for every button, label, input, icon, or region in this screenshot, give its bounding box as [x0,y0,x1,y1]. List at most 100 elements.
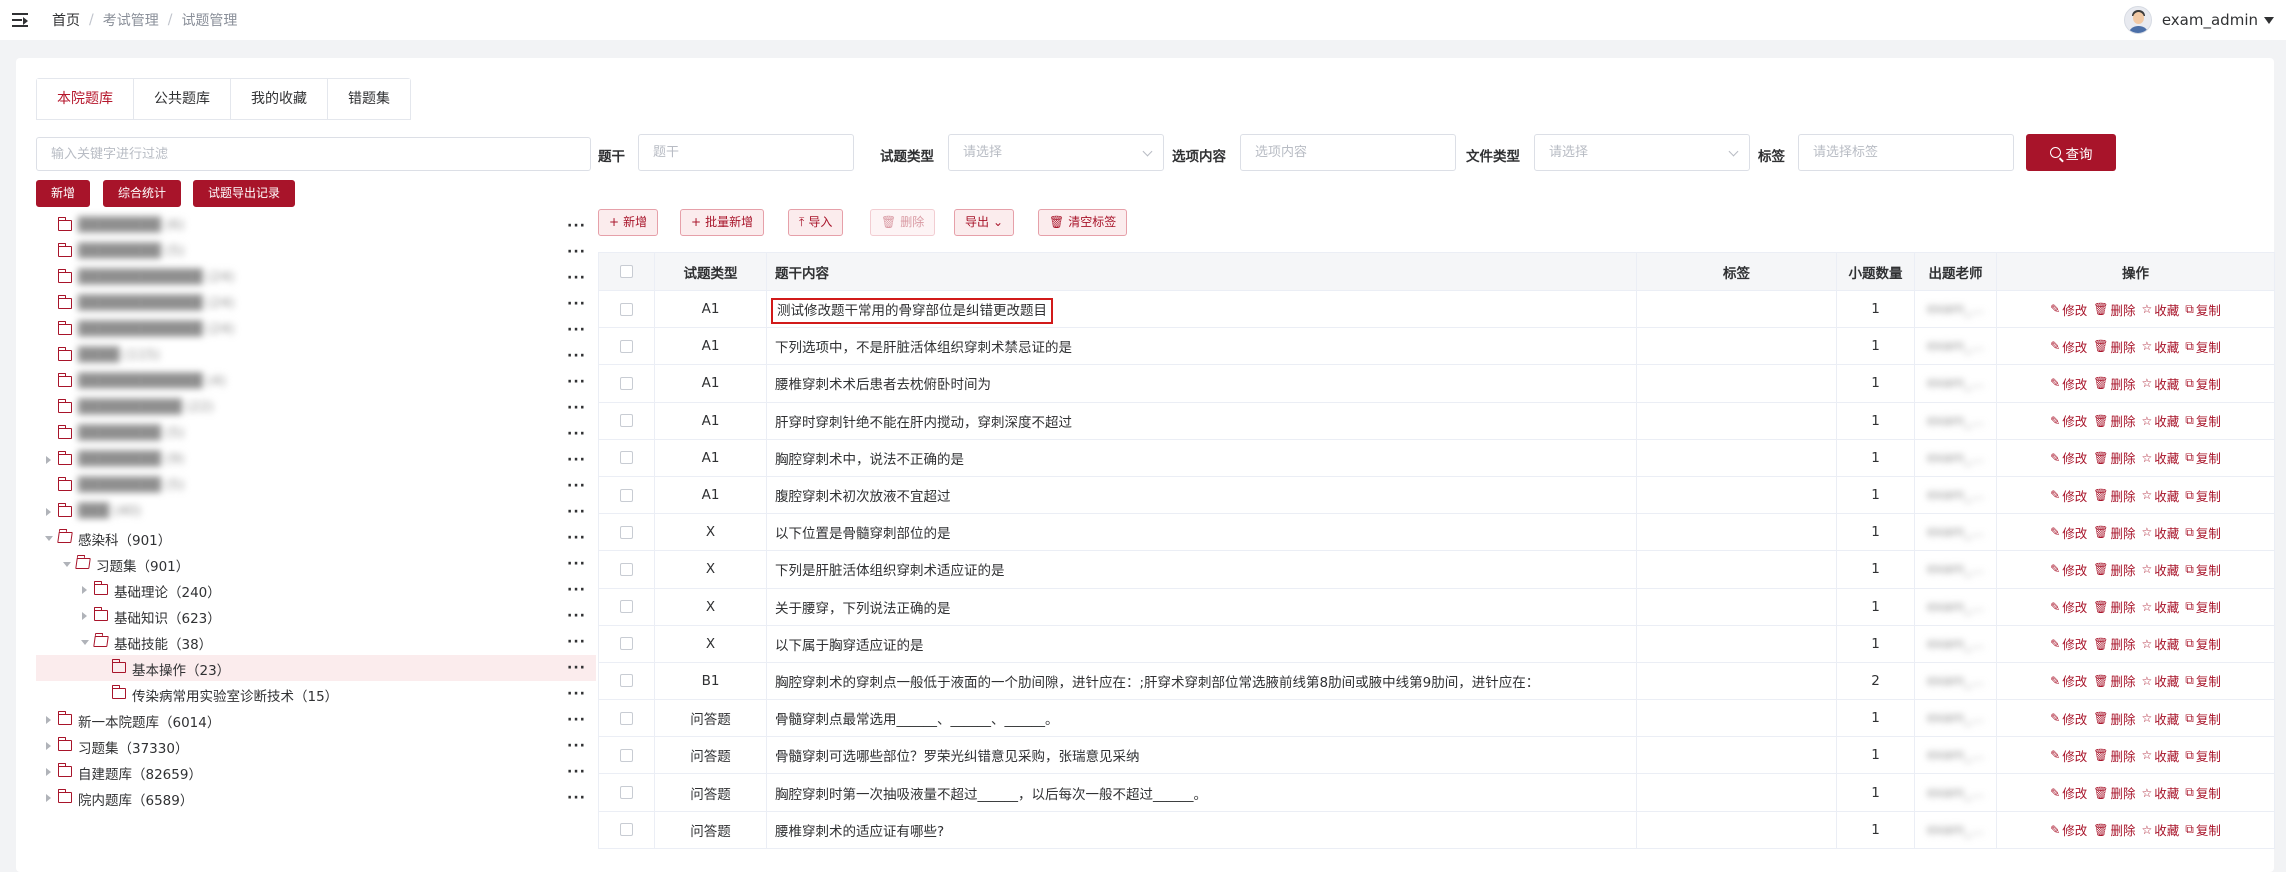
query-button[interactable]: 查询 [2026,134,2116,171]
favorite-action[interactable]: ☆ 收藏 [2141,523,2179,542]
more-icon[interactable]: ··· [567,712,586,728]
expand-arrow-icon[interactable] [46,768,51,776]
tab-public-bank[interactable]: 公共题库 [133,79,230,119]
tree-node[interactable]: ████████████ (24) ··· [36,317,596,343]
row-checkbox[interactable] [620,562,633,576]
more-icon[interactable]: ··· [567,348,586,364]
delete-action[interactable]: 🗑 删除 [2093,448,2135,467]
copy-action[interactable]: ⧉ 复制 [2185,783,2221,802]
delete-action[interactable]: 🗑 删除 [2093,300,2135,319]
collapse-arrow-icon[interactable] [81,640,89,645]
export-button[interactable]: 导出 ⌄ [954,209,1015,236]
delete-button[interactable]: 🗑 删除 [870,209,936,236]
row-checkbox[interactable] [620,339,633,353]
more-icon[interactable]: ··· [567,296,586,312]
tree-node[interactable]: ███ (40) ··· [36,499,596,525]
select-all-checkbox[interactable] [620,265,633,278]
more-icon[interactable]: ··· [567,608,586,624]
copy-action[interactable]: ⧉ 复制 [2185,560,2221,579]
favorite-action[interactable]: ☆ 收藏 [2141,486,2179,505]
favorite-action[interactable]: ☆ 收藏 [2141,783,2179,802]
tree-node[interactable]: ████████ (6) ··· [36,213,596,239]
favorite-action[interactable]: ☆ 收藏 [2141,746,2179,765]
file-type-select[interactable]: 请选择 [1534,134,1750,171]
tree-node[interactable]: 基础理论（240） ··· [36,577,596,603]
tree-node[interactable]: 新一本院题库（6014） ··· [36,707,596,733]
tree-node[interactable]: ████████████ (24) ··· [36,291,596,317]
expand-arrow-icon[interactable] [46,794,51,802]
more-icon[interactable]: ··· [567,530,586,546]
edit-action[interactable]: ✎ 修改 [2050,634,2087,653]
tree-node[interactable]: ████████ (5) ··· [36,421,596,447]
favorite-action[interactable]: ☆ 收藏 [2141,411,2179,430]
more-icon[interactable]: ··· [567,322,586,338]
statistics-button[interactable]: 综合统计 [103,180,182,207]
tree-node[interactable]: 院内题库（6589） ··· [36,785,596,811]
more-icon[interactable]: ··· [567,478,586,494]
tree-node[interactable]: ████████ (5) ··· [36,473,596,499]
tree-node[interactable]: 感染科（901） ··· [36,525,596,551]
expand-arrow-icon[interactable] [82,586,87,594]
copy-action[interactable]: ⧉ 复制 [2185,597,2221,616]
edit-action[interactable]: ✎ 修改 [2050,448,2087,467]
expand-arrow-icon[interactable] [46,742,51,750]
add-category-button[interactable]: 新增 [36,180,91,207]
copy-action[interactable]: ⧉ 复制 [2185,486,2221,505]
stem-input[interactable]: 题干 [638,134,854,171]
row-checkbox[interactable] [620,600,633,614]
more-icon[interactable]: ··· [567,504,586,520]
breadcrumb-exam-management[interactable]: 考试管理 [103,10,159,30]
edit-action[interactable]: ✎ 修改 [2050,560,2087,579]
delete-action[interactable]: 🗑 删除 [2093,337,2135,356]
expand-arrow-icon[interactable] [46,508,51,516]
row-checkbox[interactable] [620,451,633,465]
edit-action[interactable]: ✎ 修改 [2050,337,2087,356]
more-icon[interactable]: ··· [567,764,586,780]
tab-wrong-questions[interactable]: 错题集 [327,79,410,119]
favorite-action[interactable]: ☆ 收藏 [2141,709,2179,728]
delete-action[interactable]: 🗑 删除 [2093,671,2135,690]
tree-node[interactable]: ████████ (9) ··· [36,447,596,473]
more-icon[interactable]: ··· [567,400,586,416]
breadcrumb-home[interactable]: 首页 [52,10,80,30]
tree-node[interactable]: 自建题库（82659） ··· [36,759,596,785]
delete-action[interactable]: 🗑 删除 [2093,709,2135,728]
tree-node[interactable]: ████ (115) ··· [36,343,596,369]
copy-action[interactable]: ⧉ 复制 [2185,300,2221,319]
delete-action[interactable]: 🗑 删除 [2093,820,2135,839]
expand-arrow-icon[interactable] [46,716,51,724]
user-menu[interactable]: exam_admin [2123,0,2274,40]
more-icon[interactable]: ··· [567,660,586,676]
row-checkbox[interactable] [620,302,633,316]
row-checkbox[interactable] [620,823,633,837]
more-icon[interactable]: ··· [567,686,586,702]
copy-action[interactable]: ⧉ 复制 [2185,634,2221,653]
tree-node[interactable]: ██████████ (22) ··· [36,395,596,421]
copy-action[interactable]: ⧉ 复制 [2185,337,2221,356]
edit-action[interactable]: ✎ 修改 [2050,709,2087,728]
tree-filter-input[interactable] [36,137,591,171]
add-question-button[interactable]: + 新增 [598,209,659,236]
expand-arrow-icon[interactable] [82,612,87,620]
import-button[interactable]: ⤒ 导入 [788,209,844,236]
tree-node[interactable]: 传染病常用实验室诊断技术（15） ··· [36,681,596,707]
edit-action[interactable]: ✎ 修改 [2050,374,2087,393]
copy-action[interactable]: ⧉ 复制 [2185,411,2221,430]
favorite-action[interactable]: ☆ 收藏 [2141,337,2179,356]
type-select[interactable]: 请选择 [948,134,1164,171]
tag-select[interactable]: 请选择标签 [1798,134,2014,171]
more-icon[interactable]: ··· [567,244,586,260]
row-checkbox[interactable] [620,376,633,390]
more-icon[interactable]: ··· [567,790,586,806]
tree-node[interactable]: ████████████ (24) ··· [36,265,596,291]
delete-action[interactable]: 🗑 删除 [2093,783,2135,802]
edit-action[interactable]: ✎ 修改 [2050,746,2087,765]
option-input[interactable]: 选项内容 [1240,134,1456,171]
copy-action[interactable]: ⧉ 复制 [2185,374,2221,393]
edit-action[interactable]: ✎ 修改 [2050,671,2087,690]
edit-action[interactable]: ✎ 修改 [2050,411,2087,430]
edit-action[interactable]: ✎ 修改 [2050,597,2087,616]
delete-action[interactable]: 🗑 删除 [2093,597,2135,616]
row-checkbox[interactable] [620,414,633,428]
row-checkbox[interactable] [620,674,633,688]
